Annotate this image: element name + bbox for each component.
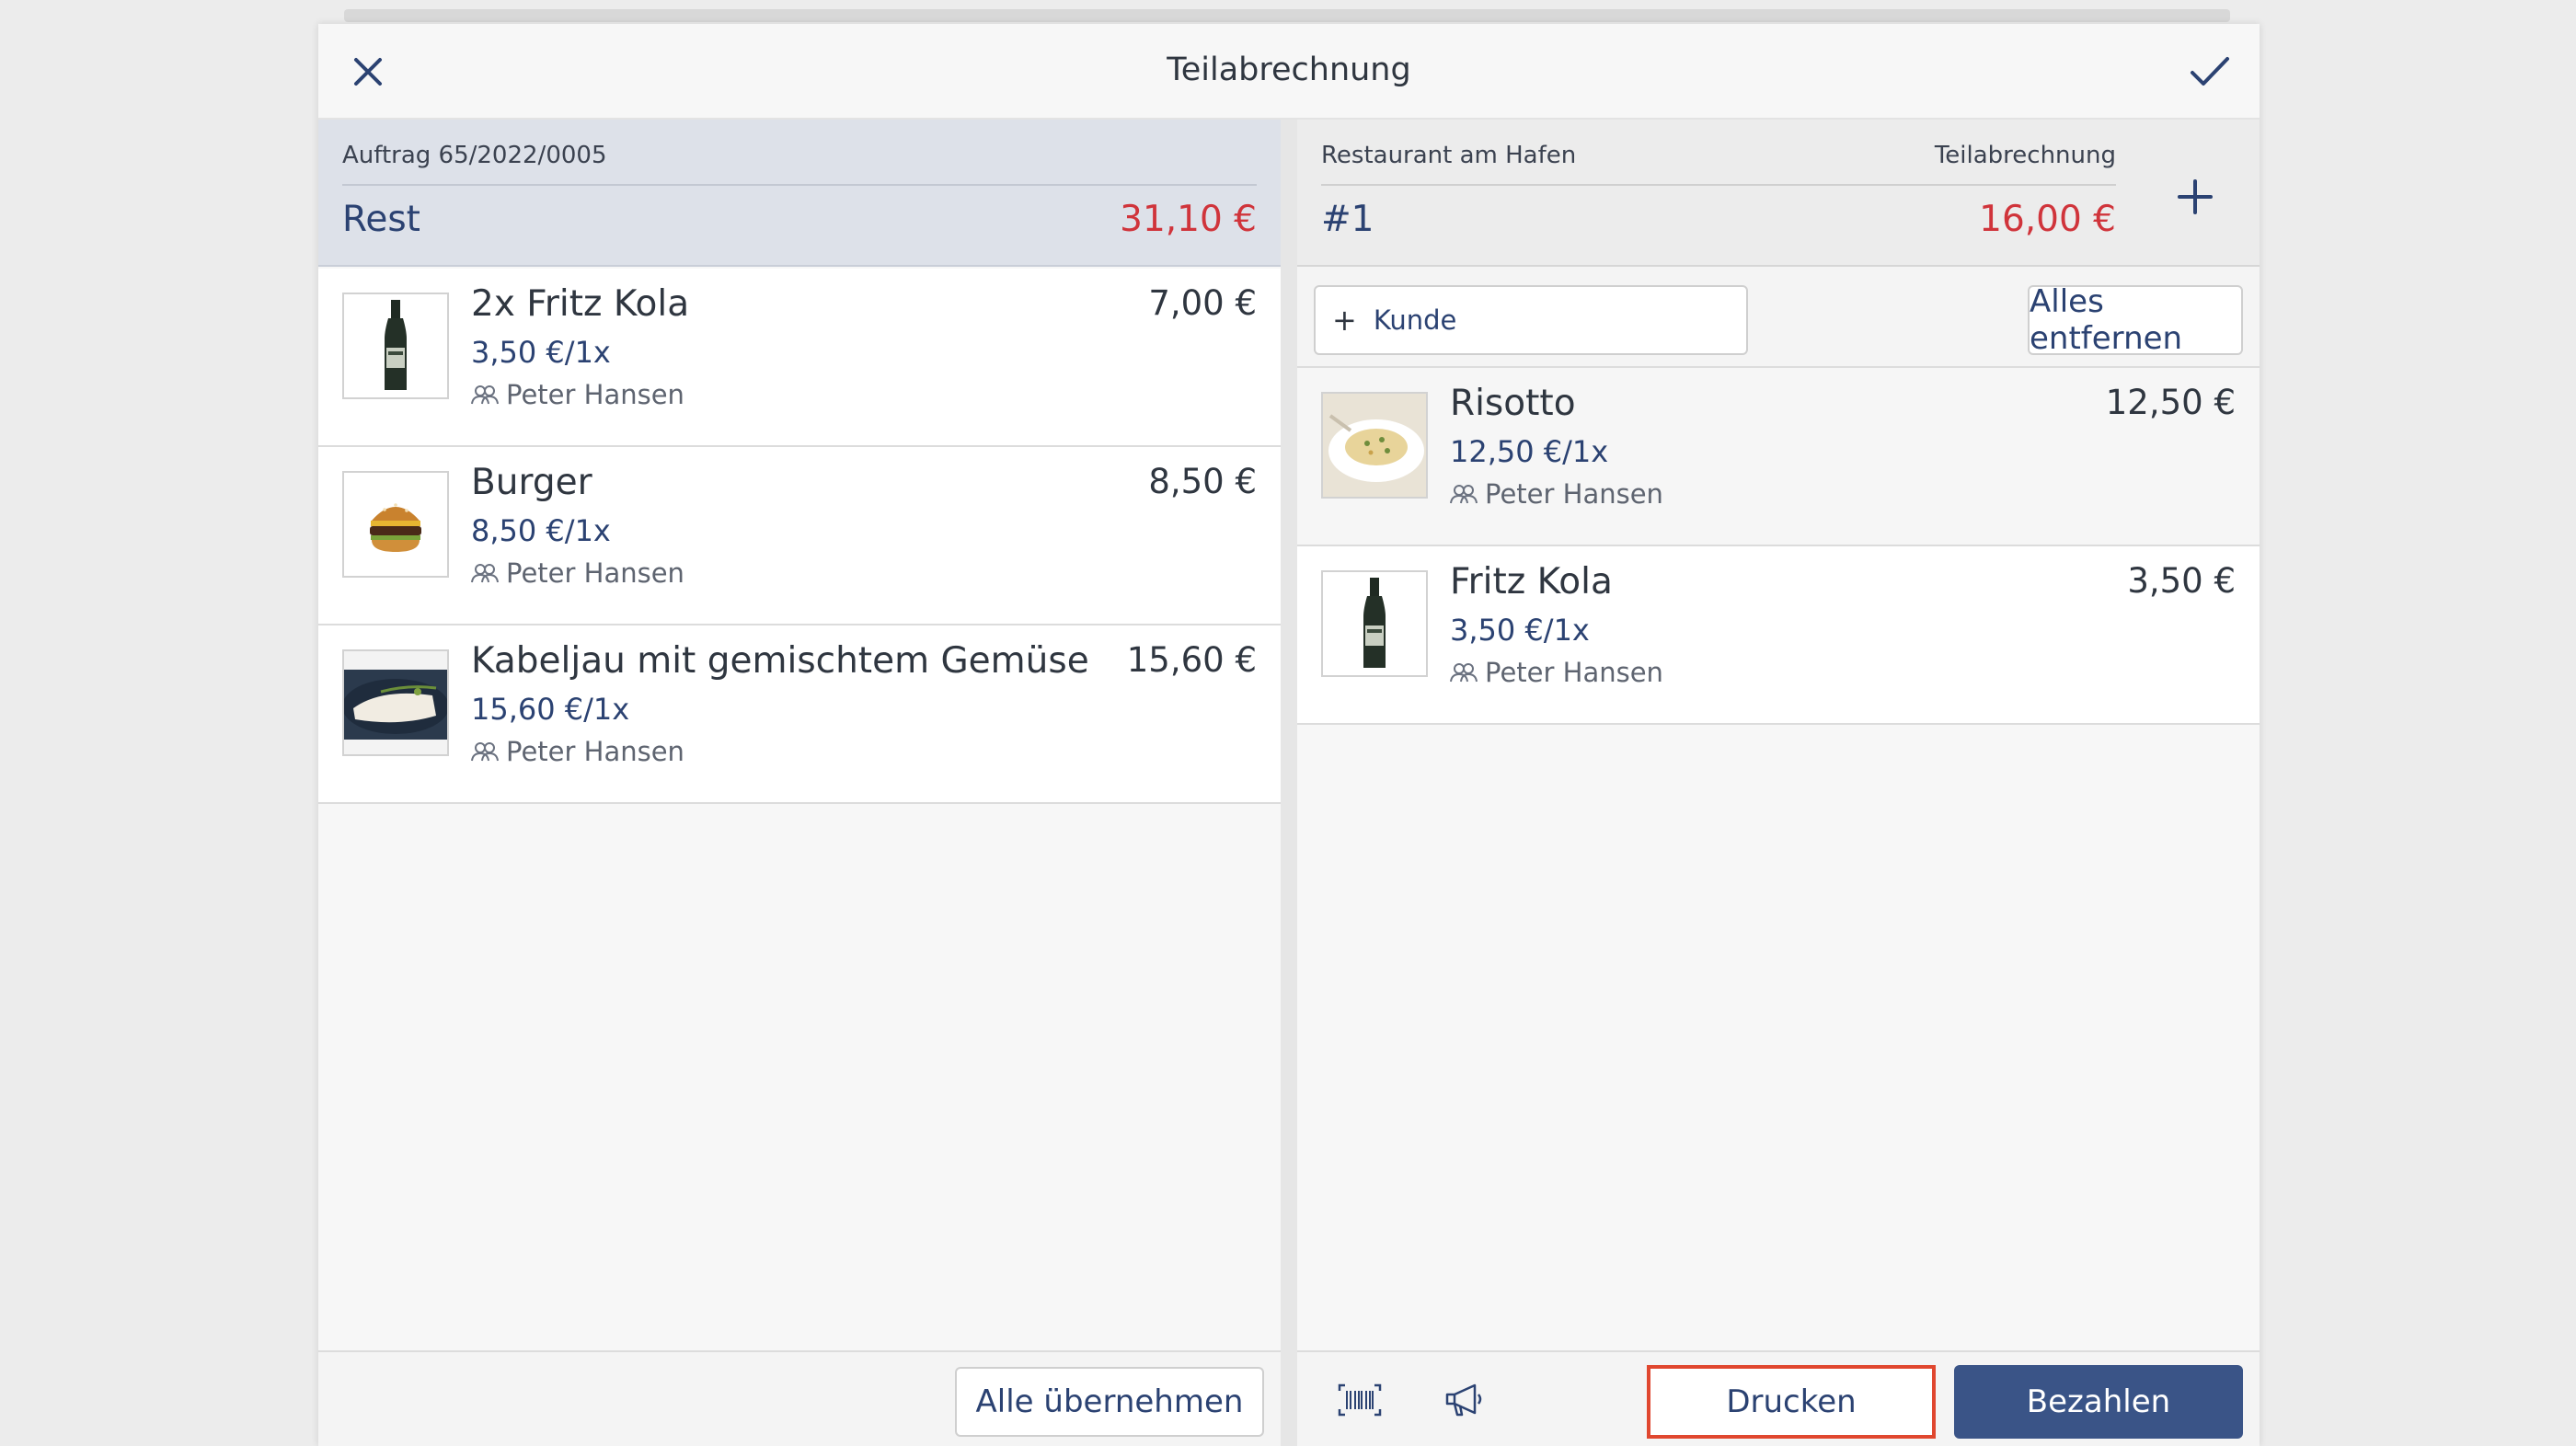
item-name: Risotto [1450,383,1576,424]
item-guest: Peter Hansen [471,736,684,767]
bill-toolbar: + Kunde Alles entfernen [1297,267,2260,368]
bill-summary: Restaurant am Hafen Teilabrechnung #1 16… [1297,120,2260,267]
item-guest: Peter Hansen [471,557,684,589]
item-name: Fritz Kola [1450,561,1613,602]
burger-image [342,471,449,578]
order-item[interactable]: Kabeljau mit gemischtem Gemüse 15,60 €/1… [318,625,1281,804]
pay-button[interactable]: Bezahlen [1954,1365,2243,1439]
barcode-icon [1338,1383,1382,1417]
bottle-image [342,293,449,399]
item-price: 7,00 € [1148,283,1257,323]
plus-icon [2178,179,2213,214]
guests-icon [1450,663,1478,683]
bill-type-label: Teilabrechnung [1934,142,2116,169]
background-sheet [344,9,2230,22]
item-price: 12,50 € [2105,383,2236,422]
add-customer-button[interactable]: + Kunde [1314,285,1748,355]
guests-icon [471,742,499,762]
guest-name: Peter Hansen [506,379,684,410]
guests-icon [1450,485,1478,504]
remove-all-button[interactable]: Alles entfernen [2028,283,2243,357]
bill-item[interactable]: Fritz Kola 3,50 €/1x Peter Hansen 3,50 € [1297,546,2260,725]
item-guest: Peter Hansen [471,379,684,410]
partial-bill-dialog: Teilabrechnung Auftrag 65/2022/0005 Rest… [318,24,2260,1446]
guests-icon [471,385,499,405]
fish-dish-image [342,649,449,756]
bottle-image [1321,570,1428,677]
item-guest: Peter Hansen [1450,657,1663,688]
left-footer: Alle übernehmen [318,1350,1281,1446]
barcode-button[interactable] [1330,1372,1389,1428]
plus-icon: + [1332,303,1357,338]
add-customer-label: Kunde [1373,304,1457,336]
item-unit-price: 15,60 €/1x [471,692,630,727]
remaining-order-pane: Auftrag 65/2022/0005 Rest 31,10 € 2x Fri… [318,120,1281,1446]
divider [342,184,1257,186]
check-icon [2191,57,2229,86]
rest-amount: 31,10 € [1120,199,1257,240]
guests-icon [471,564,499,583]
guest-name: Peter Hansen [506,557,684,589]
item-price: 8,50 € [1148,462,1257,501]
item-unit-price: 3,50 €/1x [1450,613,1590,648]
divider [1321,184,2116,186]
take-all-button[interactable]: Alle übernehmen [955,1367,1264,1437]
dialog-header: Teilabrechnung [318,24,2260,120]
item-unit-price: 12,50 €/1x [1450,434,1609,469]
item-guest: Peter Hansen [1450,478,1663,510]
bill-number: #1 [1321,199,1374,240]
announce-button[interactable] [1435,1372,1494,1428]
guest-name: Peter Hansen [1485,478,1663,510]
pane-splitter[interactable] [1281,120,1297,1446]
restaurant-name: Restaurant am Hafen [1321,142,1577,169]
item-name: 2x Fritz Kola [471,283,690,325]
guest-name: Peter Hansen [1485,657,1663,688]
order-item[interactable]: Burger 8,50 €/1x Peter Hansen 8,50 € [318,447,1281,625]
item-unit-price: 8,50 €/1x [471,513,611,548]
item-price: 15,60 € [1126,640,1257,680]
bill-item[interactable]: Risotto 12,50 €/1x Peter Hansen 12,50 € [1297,368,2260,546]
partial-bill-pane: Restaurant am Hafen Teilabrechnung #1 16… [1297,120,2260,1446]
item-price: 3,50 € [2127,561,2236,601]
add-bill-button[interactable] [2168,169,2223,224]
bill-amount: 16,00 € [1979,199,2116,240]
print-button[interactable]: Drucken [1647,1365,1936,1439]
megaphone-icon [1445,1383,1482,1417]
dialog-title: Teilabrechnung [1167,52,1411,88]
order-reference: Auftrag 65/2022/0005 [342,142,607,169]
confirm-button[interactable] [2182,44,2237,99]
risotto-image [1321,392,1428,499]
item-name: Kabeljau mit gemischtem Gemüse [471,640,1089,682]
guest-name: Peter Hansen [506,736,684,767]
item-unit-price: 3,50 €/1x [471,335,611,370]
item-name: Burger [471,462,592,503]
remaining-summary: Auftrag 65/2022/0005 Rest 31,10 € [318,120,1281,267]
right-footer: Drucken Bezahlen [1297,1350,2260,1446]
rest-label: Rest [342,199,420,240]
order-item[interactable]: 2x Fritz Kola 3,50 €/1x Peter Hansen 7,0… [318,269,1281,447]
